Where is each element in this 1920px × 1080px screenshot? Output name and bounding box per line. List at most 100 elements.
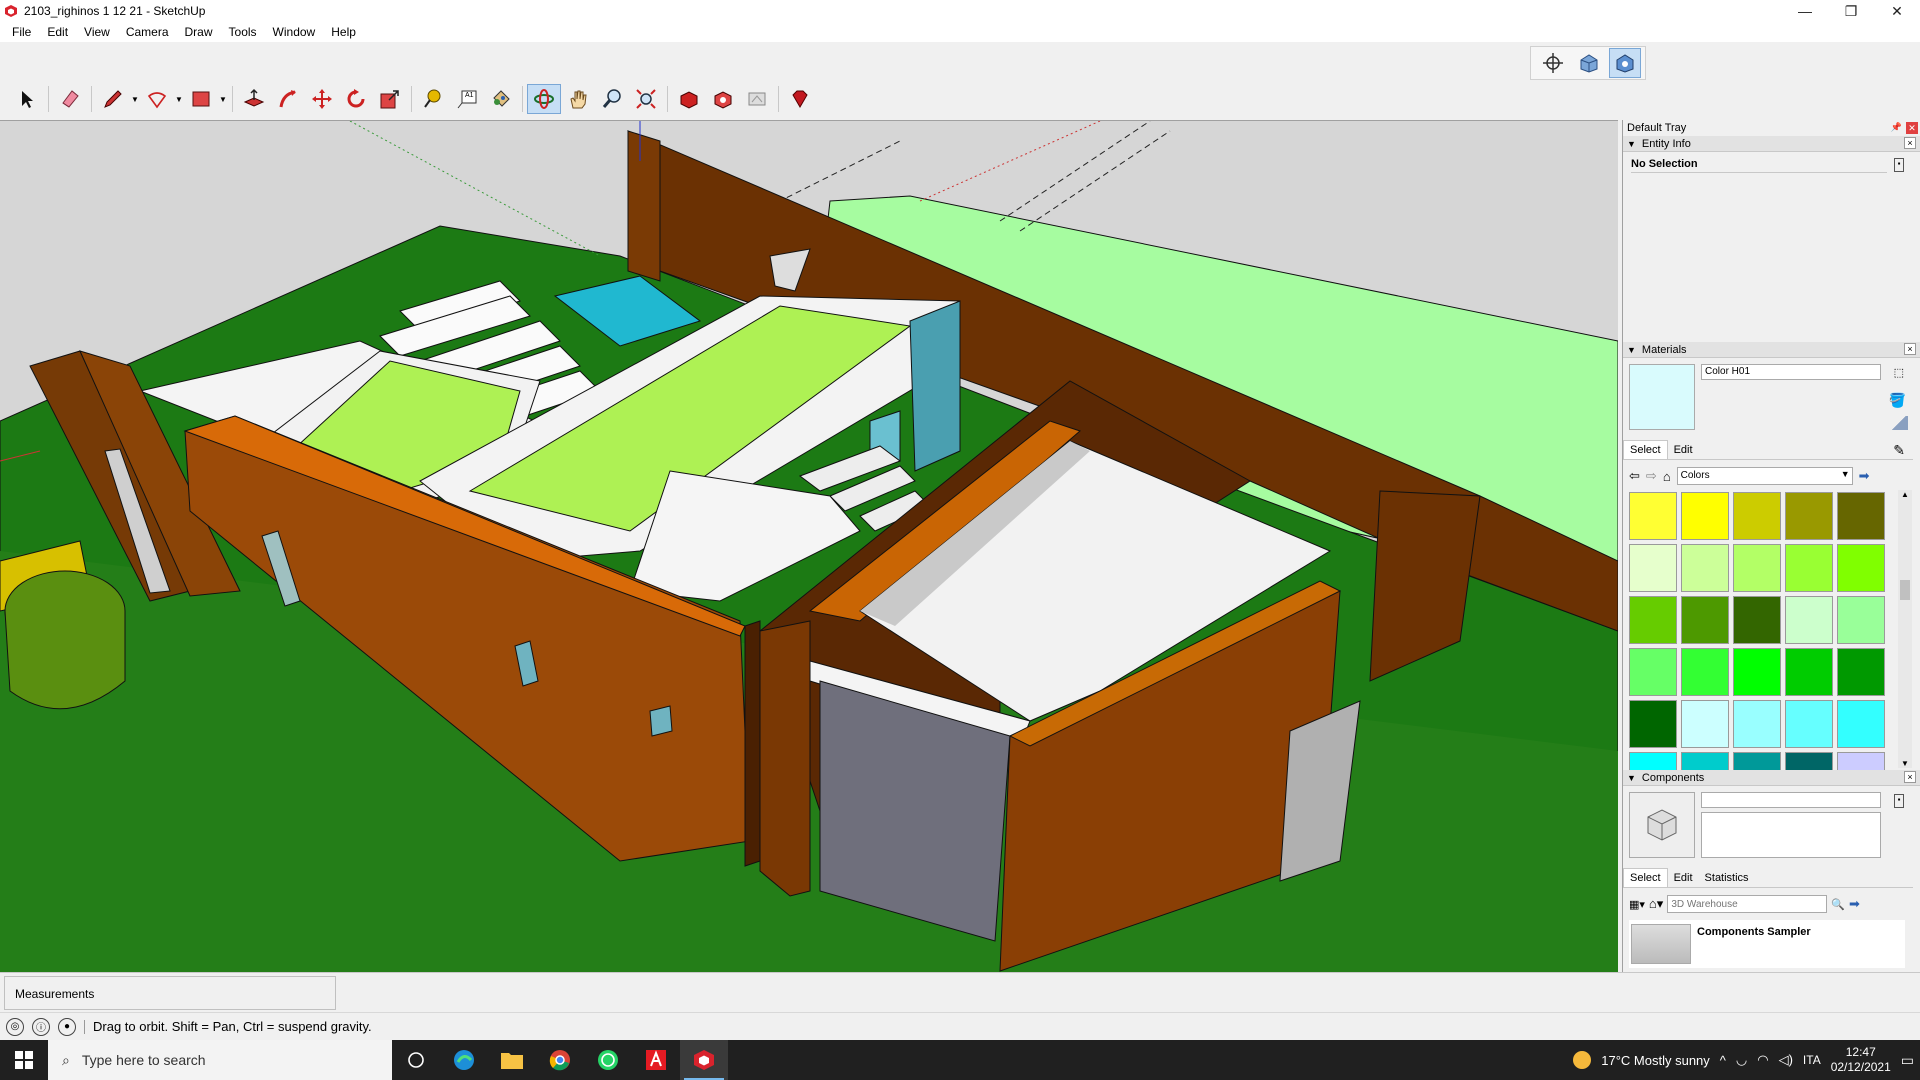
shape-tool-dropdown[interactable]: ▼: [218, 84, 228, 114]
material-swatch[interactable]: [1681, 648, 1729, 696]
iso-view-button[interactable]: [1573, 48, 1605, 78]
view-options-icon[interactable]: ▦▾: [1629, 898, 1645, 911]
forward-arrow-icon[interactable]: ⇨: [1646, 468, 1657, 484]
rotate-tool-button[interactable]: [339, 84, 373, 114]
whatsapp-app[interactable]: [584, 1040, 632, 1080]
menu-view[interactable]: View: [76, 25, 118, 39]
material-swatch[interactable]: [1837, 752, 1885, 770]
extension-warehouse-button[interactable]: [706, 84, 740, 114]
perspective-view-button[interactable]: [1609, 48, 1641, 78]
close-button[interactable]: ✕: [1874, 0, 1920, 22]
material-swatch[interactable]: [1785, 700, 1833, 748]
scroll-down-icon[interactable]: ▼: [1898, 759, 1912, 768]
line-tool-dropdown[interactable]: ▼: [130, 84, 140, 114]
material-swatch[interactable]: [1785, 648, 1833, 696]
arc-tool-button[interactable]: [140, 84, 174, 114]
material-swatch[interactable]: [1785, 596, 1833, 644]
weather-text[interactable]: 17°C Mostly sunny: [1601, 1053, 1710, 1068]
material-swatch[interactable]: [1733, 752, 1781, 770]
material-swatch[interactable]: [1629, 544, 1677, 592]
model-viewport[interactable]: [0, 120, 1618, 972]
menu-edit[interactable]: Edit: [39, 25, 76, 39]
component-name-field[interactable]: [1701, 792, 1881, 808]
details-arrow-icon[interactable]: ➡: [1849, 896, 1860, 912]
swatch-scrollbar[interactable]: ▲ ▼: [1898, 490, 1912, 768]
paint-bucket-icon[interactable]: 🪣: [1889, 392, 1906, 409]
move-tool-button[interactable]: [305, 84, 339, 114]
material-swatch[interactable]: [1733, 596, 1781, 644]
close-components-button[interactable]: ×: [1904, 771, 1916, 783]
menu-draw[interactable]: Draw: [177, 25, 221, 39]
material-swatch[interactable]: [1733, 700, 1781, 748]
zoom-extents-tool-button[interactable]: [629, 84, 663, 114]
material-swatch[interactable]: [1681, 544, 1729, 592]
material-swatch[interactable]: [1837, 596, 1885, 644]
components-header[interactable]: ▼ Components ×: [1623, 770, 1920, 786]
zoom-tool-button[interactable]: [595, 84, 629, 114]
material-swatch[interactable]: [1733, 648, 1781, 696]
materials-header[interactable]: ▼ Materials ×: [1623, 342, 1920, 358]
minimize-button[interactable]: —: [1782, 0, 1828, 22]
restore-button[interactable]: ❐: [1828, 0, 1874, 22]
component-details-icon[interactable]: ▪: [1894, 794, 1904, 808]
menu-tools[interactable]: Tools: [221, 25, 265, 39]
materials-tab-select[interactable]: Select: [1623, 440, 1668, 459]
material-swatch[interactable]: [1837, 700, 1885, 748]
entity-info-toggle-icon[interactable]: ▪: [1894, 158, 1904, 172]
components-tab-select[interactable]: Select: [1623, 868, 1668, 887]
entity-info-header[interactable]: ▼ Entity Info ×: [1623, 136, 1920, 152]
material-swatch[interactable]: [1785, 544, 1833, 592]
back-arrow-icon[interactable]: ⇦: [1629, 468, 1640, 484]
ruby-console-button[interactable]: [783, 84, 817, 114]
file-explorer-app[interactable]: [488, 1040, 536, 1080]
components-search-input[interactable]: [1667, 895, 1828, 913]
scroll-thumb[interactable]: [1900, 580, 1910, 600]
home-icon[interactable]: ⌂: [1663, 469, 1671, 484]
menu-window[interactable]: Window: [265, 25, 324, 39]
pin-icon[interactable]: 📌: [1891, 122, 1902, 133]
material-swatch[interactable]: [1785, 752, 1833, 770]
notifications-icon[interactable]: ▭: [1901, 1052, 1914, 1069]
material-swatch[interactable]: [1629, 648, 1677, 696]
chrome-app[interactable]: [536, 1040, 584, 1080]
push-pull-tool-button[interactable]: [237, 84, 271, 114]
menu-camera[interactable]: Camera: [118, 25, 177, 39]
edge-app[interactable]: [440, 1040, 488, 1080]
component-description-field[interactable]: [1701, 812, 1881, 858]
scroll-up-icon[interactable]: ▲: [1898, 490, 1912, 499]
material-swatch[interactable]: [1629, 492, 1677, 540]
chevron-up-icon[interactable]: ^: [1720, 1053, 1726, 1068]
close-entity-info-button[interactable]: ×: [1904, 137, 1916, 149]
home-icon[interactable]: ⌂▾: [1649, 896, 1663, 912]
eraser-tool-button[interactable]: [53, 84, 87, 114]
material-swatch[interactable]: [1681, 596, 1729, 644]
components-tab-statistics[interactable]: Statistics: [1699, 869, 1755, 887]
text-tool-button[interactable]: A1: [450, 84, 484, 114]
wifi-icon[interactable]: ◠: [1757, 1052, 1768, 1068]
sketchup-app[interactable]: [680, 1040, 728, 1080]
components-tab-edit[interactable]: Edit: [1668, 869, 1699, 887]
material-swatch[interactable]: [1629, 596, 1677, 644]
language-indicator[interactable]: ITA: [1803, 1053, 1821, 1067]
material-swatch[interactable]: [1681, 752, 1729, 770]
weather-icon[interactable]: [1573, 1051, 1592, 1069]
material-swatch[interactable]: [1629, 752, 1677, 770]
task-view-button[interactable]: [392, 1040, 440, 1080]
material-swatch[interactable]: [1733, 492, 1781, 540]
user-account-icon[interactable]: ●: [58, 1017, 76, 1036]
material-swatch[interactable]: [1785, 492, 1833, 540]
geo-location-icon[interactable]: ◎: [6, 1017, 24, 1036]
search-icon[interactable]: 🔍: [1831, 898, 1845, 911]
autocad-app[interactable]: [632, 1040, 680, 1080]
details-arrow-icon[interactable]: ➡: [1859, 468, 1870, 484]
materials-tab-edit[interactable]: Edit: [1668, 441, 1699, 459]
menu-file[interactable]: File: [4, 25, 39, 39]
material-swatch[interactable]: [1837, 648, 1885, 696]
material-swatch[interactable]: [1837, 492, 1885, 540]
shape-tool-button[interactable]: [184, 84, 218, 114]
network-icon[interactable]: ◡: [1736, 1052, 1747, 1068]
start-button[interactable]: [0, 1040, 48, 1080]
sample-paint-icon[interactable]: [1890, 416, 1908, 430]
scale-tool-button[interactable]: [373, 84, 407, 114]
paint-bucket-tool-button[interactable]: [484, 84, 518, 114]
